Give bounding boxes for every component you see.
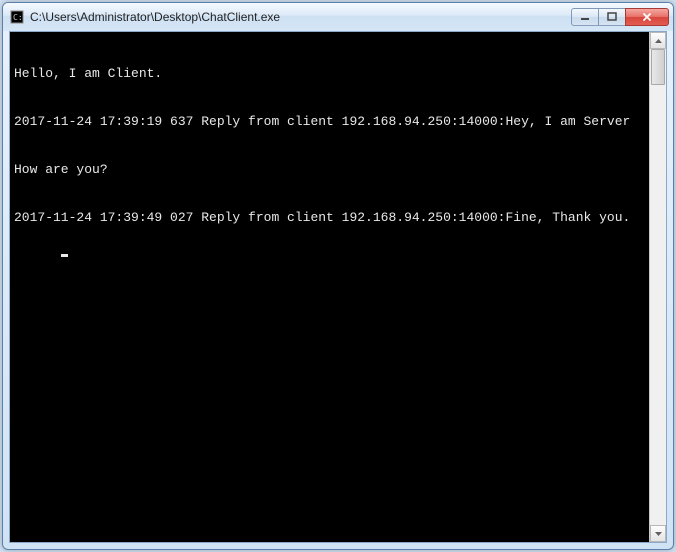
window-controls	[572, 8, 669, 26]
scroll-thumb[interactable]	[651, 49, 665, 85]
close-button[interactable]	[625, 8, 669, 26]
titlebar[interactable]: C: C:\Users\Administrator\Desktop\ChatCl…	[3, 3, 673, 31]
scroll-track[interactable]	[650, 49, 666, 525]
console-line: Hello, I am Client.	[14, 66, 645, 82]
console-output[interactable]: Hello, I am Client. 2017-11-24 17:39:19 …	[10, 32, 649, 542]
app-icon: C:	[9, 9, 25, 25]
vertical-scrollbar[interactable]	[649, 32, 666, 542]
console-line: 2017-11-24 17:39:19 637 Reply from clien…	[14, 114, 645, 130]
console-line: How are you?	[14, 162, 645, 178]
scroll-down-button[interactable]	[650, 525, 666, 542]
application-window: C: C:\Users\Administrator\Desktop\ChatCl…	[2, 2, 674, 550]
minimize-button[interactable]	[571, 8, 599, 26]
maximize-button[interactable]	[598, 8, 626, 26]
text-cursor	[61, 254, 68, 257]
scroll-up-button[interactable]	[650, 32, 666, 49]
window-title: C:\Users\Administrator\Desktop\ChatClien…	[30, 10, 572, 24]
svg-text:C:: C:	[13, 13, 23, 22]
console-line: 2017-11-24 17:39:49 027 Reply from clien…	[14, 210, 645, 226]
client-area: Hello, I am Client. 2017-11-24 17:39:19 …	[9, 31, 667, 543]
